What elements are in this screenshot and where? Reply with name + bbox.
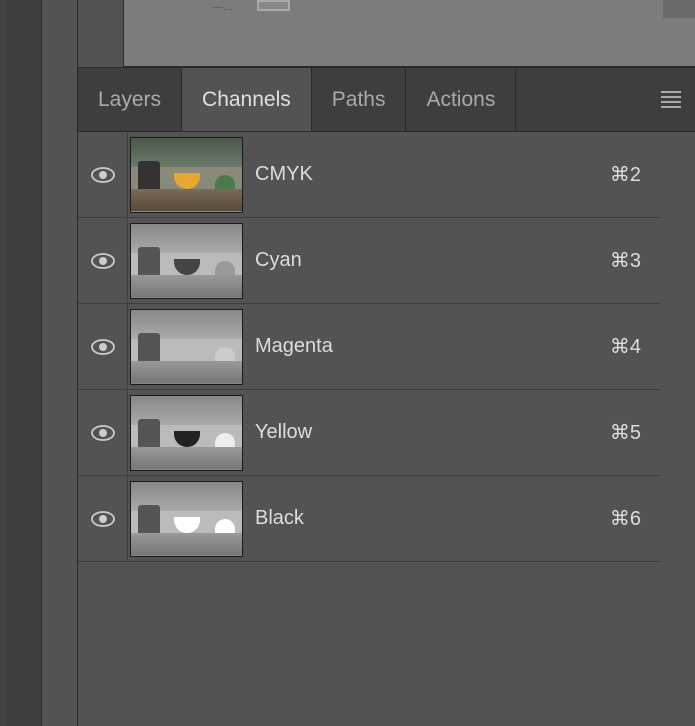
channel-name: Cyan [243,249,610,272]
window-left-edge [0,0,7,726]
upper-control-fragment[interactable] [257,0,290,11]
eye-icon [91,167,115,183]
channel-row-magenta[interactable]: Magenta ⌘4 [78,304,661,390]
channel-shortcut: ⌘2 [610,162,661,187]
visibility-cell[interactable] [78,132,128,217]
channel-name: Magenta [243,335,610,358]
channel-row-cyan[interactable]: Cyan ⌘3 [78,218,661,304]
tab-paths[interactable]: Paths [312,68,407,131]
upper-right-block [663,0,695,18]
channel-shortcut: ⌘6 [610,506,661,531]
channel-name: Yellow [243,421,610,444]
upper-panel-fragment: —… [123,0,695,67]
tab-channels[interactable]: Channels [182,68,312,131]
channel-row-black[interactable]: Black ⌘6 [78,476,661,562]
visibility-cell[interactable] [78,304,128,389]
panel-tabs: Layers Channels Paths Actions [78,67,695,132]
tab-spacer [516,68,695,131]
eye-icon [91,511,115,527]
visibility-cell[interactable] [78,218,128,303]
visibility-cell[interactable] [78,476,128,561]
eye-icon [91,425,115,441]
channel-thumbnail [130,309,243,385]
channel-row-composite[interactable]: CMYK ⌘2 [78,132,661,218]
tab-layers[interactable]: Layers [78,68,182,131]
channel-name: Black [243,507,610,530]
visibility-cell[interactable] [78,390,128,475]
left-dock-strip-mid [42,0,78,726]
channel-shortcut: ⌘3 [610,248,661,273]
channel-thumbnail [130,137,243,213]
main-area: —… Layers Channels Paths Actions [78,0,695,726]
right-gutter [661,132,695,726]
panel-menu-icon[interactable] [661,91,681,108]
channels-list: CMYK ⌘2 Cyan ⌘3 [78,132,661,726]
channel-thumbnail [130,223,243,299]
channel-name: CMYK [243,163,610,186]
channel-shortcut: ⌘4 [610,334,661,359]
upper-text-fragment: —… [213,2,233,13]
tab-actions[interactable]: Actions [406,68,516,131]
eye-icon [91,339,115,355]
channel-row-yellow[interactable]: Yellow ⌘5 [78,390,661,476]
channel-thumbnail [130,481,243,557]
left-dock-strip-dark [7,0,42,726]
eye-icon [91,253,115,269]
channel-shortcut: ⌘5 [610,420,661,445]
channel-thumbnail [130,395,243,471]
